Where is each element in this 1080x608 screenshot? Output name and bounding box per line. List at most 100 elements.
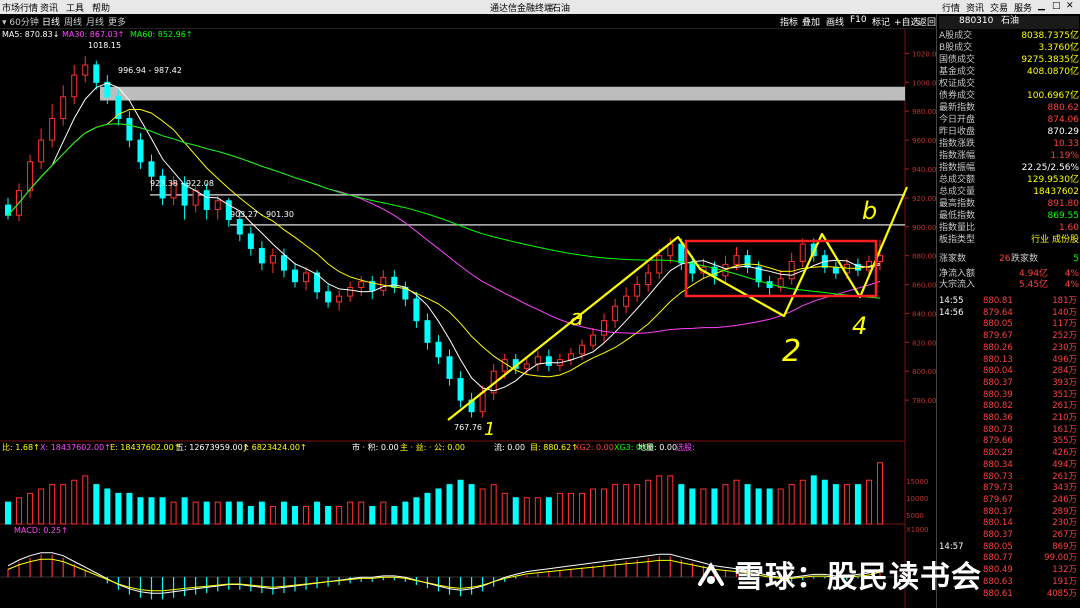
volume-bar [722, 484, 729, 525]
vol-tick-label: 15000 [906, 478, 928, 486]
candle-body [203, 190, 210, 210]
kline-chart[interactable]: 780.00 800.00 820.00 840.00 860.00 880.00 900.… [0, 29, 936, 608]
panel-stat-row: 指数振幅 22.25/2.56% [939, 163, 1079, 174]
tick-row: 14:56 879.64 140万 [939, 308, 1079, 319]
tick-price: 880.77 [983, 553, 1013, 564]
tick-volume: 494万 [1052, 459, 1077, 470]
volume-bar [446, 484, 453, 525]
tick-volume: 284万 [1052, 366, 1077, 377]
candle-body [104, 81, 111, 98]
toolbar-add-watchlist-button[interactable]: +自选 [894, 15, 920, 28]
moving-averages [7, 82, 881, 392]
tab-monthly[interactable]: 月线 [86, 15, 104, 28]
tick-price: 880.04 [983, 366, 1013, 377]
panel-stat-value: 8038.7375亿 [1021, 31, 1079, 41]
volume-bar [645, 479, 652, 525]
menu-right-news[interactable]: 资讯 [966, 1, 984, 14]
tick-price: 880.05 [983, 319, 1013, 330]
tick-row: 880.13 496万 [939, 355, 1079, 366]
tick-price: 880.39 [983, 389, 1013, 400]
tick-row: 879.73 343万 [939, 483, 1079, 494]
menu-item-help[interactable]: 帮助 [92, 1, 110, 14]
period-selector[interactable]: ▾ 60分钟 [2, 15, 39, 28]
panel-stat-row: 基金成交 408.0870亿 [939, 67, 1079, 78]
toolbar-back-button[interactable]: 返回 [918, 15, 936, 28]
candle-body [424, 320, 431, 343]
tab-more[interactable]: 更多 [108, 15, 126, 28]
volume-bar [49, 484, 56, 525]
panel-stat-value: 10.33 [1053, 139, 1079, 149]
volume-bar [788, 484, 795, 525]
volume-bar [391, 506, 398, 525]
volume-bar [159, 497, 166, 525]
tick-row: 879.66 355万 [939, 436, 1079, 447]
volume-bar [402, 501, 409, 525]
volume-bar [126, 492, 133, 525]
legend-ma5: MA5: 870.83↓ [2, 30, 59, 39]
menu-right-service[interactable]: 服务 [1014, 1, 1032, 14]
tick-time: 14:56 [939, 307, 964, 318]
toolbar-mark-button[interactable]: 标记 [872, 15, 890, 28]
tick-row: 880.37 289万 [939, 507, 1079, 518]
candle-body [634, 284, 641, 297]
volume-bar [247, 506, 254, 525]
restore-icon[interactable]: □ [1052, 1, 1061, 11]
panel-name: 石油 [1001, 16, 1020, 26]
vol-legend-0: 比: 1.68↑ [2, 442, 40, 452]
volume-bar [777, 488, 784, 525]
volume-bar [435, 488, 442, 525]
volume-bar [755, 488, 762, 525]
tick-volume: 99.00万 [1044, 553, 1077, 564]
bulk-inflow-label: 大宗流入 [939, 280, 976, 290]
menu-right-quotes[interactable]: 行情 [942, 1, 960, 14]
volume-bar [711, 488, 718, 525]
tab-weekly[interactable]: 周线 [64, 15, 82, 28]
toolbar-f10-button[interactable]: F10 [850, 15, 867, 25]
tab-daily[interactable]: 日线 [42, 15, 60, 28]
panel-stat-row: 总成交额 129.9530亿 [939, 175, 1079, 186]
toolbar-overlay-button[interactable]: 叠加 [802, 15, 820, 28]
close-icon[interactable]: ✕ [1066, 1, 1074, 11]
tick-row: 880.04 284万 [939, 366, 1079, 377]
volume-bar [512, 497, 519, 525]
menu-item-news[interactable]: 资讯 [40, 1, 58, 14]
panel-stat-row: 指数量比 1.60 [939, 223, 1079, 234]
tick-price: 880.73 [983, 471, 1013, 482]
hand-label-a: a [570, 306, 583, 331]
tick-price: 879.64 [983, 307, 1013, 318]
ytick-label: 960.00 [912, 137, 936, 145]
toolbar-drawline-button[interactable]: 画线 [826, 15, 844, 28]
tick-price: 880.29 [983, 448, 1013, 459]
candle-body [247, 233, 254, 249]
tick-row: 880.36 210万 [939, 413, 1079, 424]
menu-right-trade[interactable]: 交易 [990, 1, 1008, 14]
volume-bar [612, 484, 619, 525]
menu-item-tools[interactable]: 工具 [66, 1, 84, 14]
volume-bar [82, 475, 89, 525]
menu-item-market[interactable]: 市场行情 [2, 1, 38, 14]
panel-stat-value: 1.60 [1058, 223, 1079, 233]
up-count-value: 26 [999, 254, 1011, 264]
vol-tick-label: 5000 [906, 512, 924, 520]
volume-bar [148, 497, 155, 525]
label-peak: 1018.15 [88, 41, 121, 50]
vol-legend-1: X: 18437602.00↑ [40, 443, 111, 452]
candle-body [126, 117, 133, 141]
volume-bars [5, 462, 883, 525]
vol-legend-7: 流: 0.00 [494, 442, 525, 452]
volume-bar [678, 484, 685, 525]
panel-stat-label: 最高指数 [939, 199, 976, 209]
volume-bar [810, 475, 817, 525]
volume-bar [137, 497, 144, 525]
tick-price: 880.37 [983, 377, 1013, 388]
volume-bar [291, 506, 298, 525]
hand-drawn-annotations [447, 186, 909, 421]
toolbar-indicator-button[interactable]: 指标 [780, 15, 798, 28]
panel-stat-row: 最高指数 891.80 [939, 199, 1079, 210]
panel-stat-label: 指数涨跌 [939, 139, 976, 149]
minimize-icon[interactable]: ▁ [1038, 1, 1045, 11]
panel-stat-label: 总成交量 [939, 187, 976, 197]
panel-stat-value: 22.25/2.56% [1021, 163, 1079, 173]
panel-stat-label: 今日开盘 [939, 115, 976, 125]
vol-legend-2: E: 18437602.00↑ [110, 443, 180, 452]
